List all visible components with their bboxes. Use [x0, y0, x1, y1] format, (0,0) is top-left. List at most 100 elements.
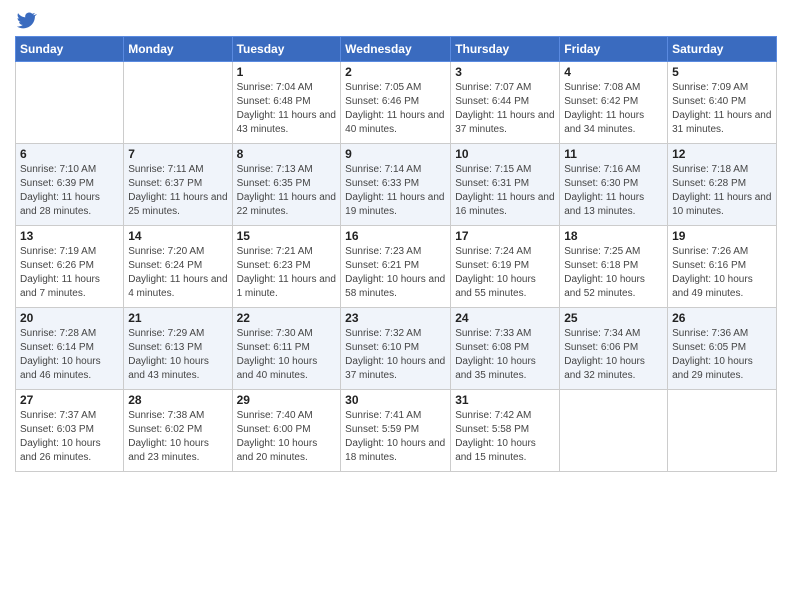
- day-detail: Sunrise: 7:26 AM Sunset: 6:16 PM Dayligh…: [672, 245, 772, 301]
- day-detail: Sunrise: 7:38 AM Sunset: 6:02 PM Dayligh…: [128, 409, 227, 465]
- day-detail: Sunrise: 7:32 AM Sunset: 6:10 PM Dayligh…: [345, 327, 446, 383]
- day-number: 21: [128, 311, 227, 325]
- weekday-header-tuesday: Tuesday: [232, 37, 341, 62]
- day-detail: Sunrise: 7:21 AM Sunset: 6:23 PM Dayligh…: [237, 245, 337, 301]
- day-detail: Sunrise: 7:37 AM Sunset: 6:03 PM Dayligh…: [20, 409, 119, 465]
- day-cell: 4 Sunrise: 7:08 AM Sunset: 6:42 PM Daylig…: [560, 62, 668, 144]
- week-row-4: 27 Sunrise: 7:37 AM Sunset: 6:03 PM Dayli…: [16, 390, 777, 472]
- weekday-header-saturday: Saturday: [668, 37, 777, 62]
- day-detail: Sunrise: 7:28 AM Sunset: 6:14 PM Dayligh…: [20, 327, 119, 383]
- day-number: 9: [345, 147, 446, 161]
- day-number: 25: [564, 311, 663, 325]
- day-number: 17: [455, 229, 555, 243]
- day-cell: 8Sunrise: 7:13 AM Sunset: 6:35 PM Daylig…: [232, 144, 341, 226]
- day-cell: 23 Sunrise: 7:32 AM Sunset: 6:10 PM Dayli…: [341, 308, 451, 390]
- week-row-2: 13 Sunrise: 7:19 AM Sunset: 6:26 PM Dayli…: [16, 226, 777, 308]
- day-detail: Sunrise: 7:07 AM Sunset: 6:44 PM Dayligh…: [455, 81, 555, 137]
- day-detail: Sunrise: 7:11 AM Sunset: 6:37 PM Dayligh…: [128, 163, 227, 219]
- header: [15, 10, 777, 30]
- calendar-container: SundayMondayTuesdayWednesdayThursdayFrid…: [0, 0, 792, 482]
- day-number: 19: [672, 229, 772, 243]
- day-number: 10: [455, 147, 555, 161]
- day-number: 14: [128, 229, 227, 243]
- day-cell: [124, 62, 232, 144]
- day-cell: 21 Sunrise: 7:29 AM Sunset: 6:13 PM Dayli…: [124, 308, 232, 390]
- day-detail: Sunrise: 7:30 AM Sunset: 6:11 PM Dayligh…: [237, 327, 337, 383]
- day-cell: [560, 390, 668, 472]
- day-cell: 15Sunrise: 7:21 AM Sunset: 6:23 PM Dayli…: [232, 226, 341, 308]
- day-number: 29: [237, 393, 337, 407]
- day-cell: 12Sunrise: 7:18 AM Sunset: 6:28 PM Dayli…: [668, 144, 777, 226]
- day-number: 20: [20, 311, 119, 325]
- day-detail: Sunrise: 7:25 AM Sunset: 6:18 PM Dayligh…: [564, 245, 663, 301]
- day-cell: 22 Sunrise: 7:30 AM Sunset: 6:11 PM Dayli…: [232, 308, 341, 390]
- day-detail: Sunrise: 7:04 AM Sunset: 6:48 PM Dayligh…: [237, 81, 337, 137]
- day-detail: Sunrise: 7:29 AM Sunset: 6:13 PM Dayligh…: [128, 327, 227, 383]
- day-cell: 31 Sunrise: 7:42 AM Sunset: 5:58 PM Dayli…: [451, 390, 560, 472]
- day-number: 3: [455, 65, 555, 79]
- day-cell: 5 Sunrise: 7:09 AM Sunset: 6:40 PM Daylig…: [668, 62, 777, 144]
- day-number: 22: [237, 311, 337, 325]
- day-number: 2: [345, 65, 446, 79]
- day-detail: Sunrise: 7:16 AM Sunset: 6:30 PM Dayligh…: [564, 163, 663, 219]
- day-number: 12: [672, 147, 772, 161]
- weekday-header-thursday: Thursday: [451, 37, 560, 62]
- day-number: 18: [564, 229, 663, 243]
- day-detail: Sunrise: 7:13 AM Sunset: 6:35 PM Dayligh…: [237, 163, 337, 219]
- day-cell: 2 Sunrise: 7:05 AM Sunset: 6:46 PM Daylig…: [341, 62, 451, 144]
- day-detail: Sunrise: 7:33 AM Sunset: 6:08 PM Dayligh…: [455, 327, 555, 383]
- day-detail: Sunrise: 7:19 AM Sunset: 6:26 PM Dayligh…: [20, 245, 119, 301]
- day-cell: 24Sunrise: 7:33 AM Sunset: 6:08 PM Dayli…: [451, 308, 560, 390]
- day-cell: 10 Sunrise: 7:15 AM Sunset: 6:31 PM Dayli…: [451, 144, 560, 226]
- day-cell: 3 Sunrise: 7:07 AM Sunset: 6:44 PM Daylig…: [451, 62, 560, 144]
- logo-bird-icon: [17, 10, 37, 30]
- day-detail: Sunrise: 7:08 AM Sunset: 6:42 PM Dayligh…: [564, 81, 663, 137]
- day-cell: 14 Sunrise: 7:20 AM Sunset: 6:24 PM Dayli…: [124, 226, 232, 308]
- weekday-header-row: SundayMondayTuesdayWednesdayThursdayFrid…: [16, 37, 777, 62]
- day-detail: Sunrise: 7:15 AM Sunset: 6:31 PM Dayligh…: [455, 163, 555, 219]
- week-row-3: 20 Sunrise: 7:28 AM Sunset: 6:14 PM Dayli…: [16, 308, 777, 390]
- day-cell: 7Sunrise: 7:11 AM Sunset: 6:37 PM Daylig…: [124, 144, 232, 226]
- day-detail: Sunrise: 7:41 AM Sunset: 5:59 PM Dayligh…: [345, 409, 446, 465]
- day-cell: 30 Sunrise: 7:41 AM Sunset: 5:59 PM Dayli…: [341, 390, 451, 472]
- day-detail: Sunrise: 7:20 AM Sunset: 6:24 PM Dayligh…: [128, 245, 227, 301]
- day-cell: 13 Sunrise: 7:19 AM Sunset: 6:26 PM Dayli…: [16, 226, 124, 308]
- day-detail: Sunrise: 7:34 AM Sunset: 6:06 PM Dayligh…: [564, 327, 663, 383]
- day-cell: 27 Sunrise: 7:37 AM Sunset: 6:03 PM Dayli…: [16, 390, 124, 472]
- day-number: 11: [564, 147, 663, 161]
- day-cell: 29 Sunrise: 7:40 AM Sunset: 6:00 PM Dayli…: [232, 390, 341, 472]
- day-number: 27: [20, 393, 119, 407]
- calendar-table: SundayMondayTuesdayWednesdayThursdayFrid…: [15, 36, 777, 472]
- day-number: 28: [128, 393, 227, 407]
- day-number: 6: [20, 147, 119, 161]
- day-cell: 17Sunrise: 7:24 AM Sunset: 6:19 PM Dayli…: [451, 226, 560, 308]
- day-number: 4: [564, 65, 663, 79]
- day-number: 31: [455, 393, 555, 407]
- day-number: 5: [672, 65, 772, 79]
- day-cell: [16, 62, 124, 144]
- day-cell: 18 Sunrise: 7:25 AM Sunset: 6:18 PM Dayli…: [560, 226, 668, 308]
- day-detail: Sunrise: 7:09 AM Sunset: 6:40 PM Dayligh…: [672, 81, 772, 137]
- day-cell: 9 Sunrise: 7:14 AM Sunset: 6:33 PM Daylig…: [341, 144, 451, 226]
- day-cell: 20 Sunrise: 7:28 AM Sunset: 6:14 PM Dayli…: [16, 308, 124, 390]
- day-cell: 26Sunrise: 7:36 AM Sunset: 6:05 PM Dayli…: [668, 308, 777, 390]
- day-number: 13: [20, 229, 119, 243]
- day-detail: Sunrise: 7:05 AM Sunset: 6:46 PM Dayligh…: [345, 81, 446, 137]
- day-cell: 28 Sunrise: 7:38 AM Sunset: 6:02 PM Dayli…: [124, 390, 232, 472]
- day-cell: 16Sunrise: 7:23 AM Sunset: 6:21 PM Dayli…: [341, 226, 451, 308]
- day-detail: Sunrise: 7:40 AM Sunset: 6:00 PM Dayligh…: [237, 409, 337, 465]
- day-number: 30: [345, 393, 446, 407]
- week-row-1: 6 Sunrise: 7:10 AM Sunset: 6:39 PM Daylig…: [16, 144, 777, 226]
- day-cell: [668, 390, 777, 472]
- weekday-header-wednesday: Wednesday: [341, 37, 451, 62]
- day-detail: Sunrise: 7:42 AM Sunset: 5:58 PM Dayligh…: [455, 409, 555, 465]
- day-detail: Sunrise: 7:10 AM Sunset: 6:39 PM Dayligh…: [20, 163, 119, 219]
- weekday-header-monday: Monday: [124, 37, 232, 62]
- day-detail: Sunrise: 7:14 AM Sunset: 6:33 PM Dayligh…: [345, 163, 446, 219]
- day-cell: 19 Sunrise: 7:26 AM Sunset: 6:16 PM Dayli…: [668, 226, 777, 308]
- logo: [15, 10, 37, 30]
- day-detail: Sunrise: 7:36 AM Sunset: 6:05 PM Dayligh…: [672, 327, 772, 383]
- day-detail: Sunrise: 7:23 AM Sunset: 6:21 PM Dayligh…: [345, 245, 446, 301]
- day-number: 23: [345, 311, 446, 325]
- day-cell: 25 Sunrise: 7:34 AM Sunset: 6:06 PM Dayli…: [560, 308, 668, 390]
